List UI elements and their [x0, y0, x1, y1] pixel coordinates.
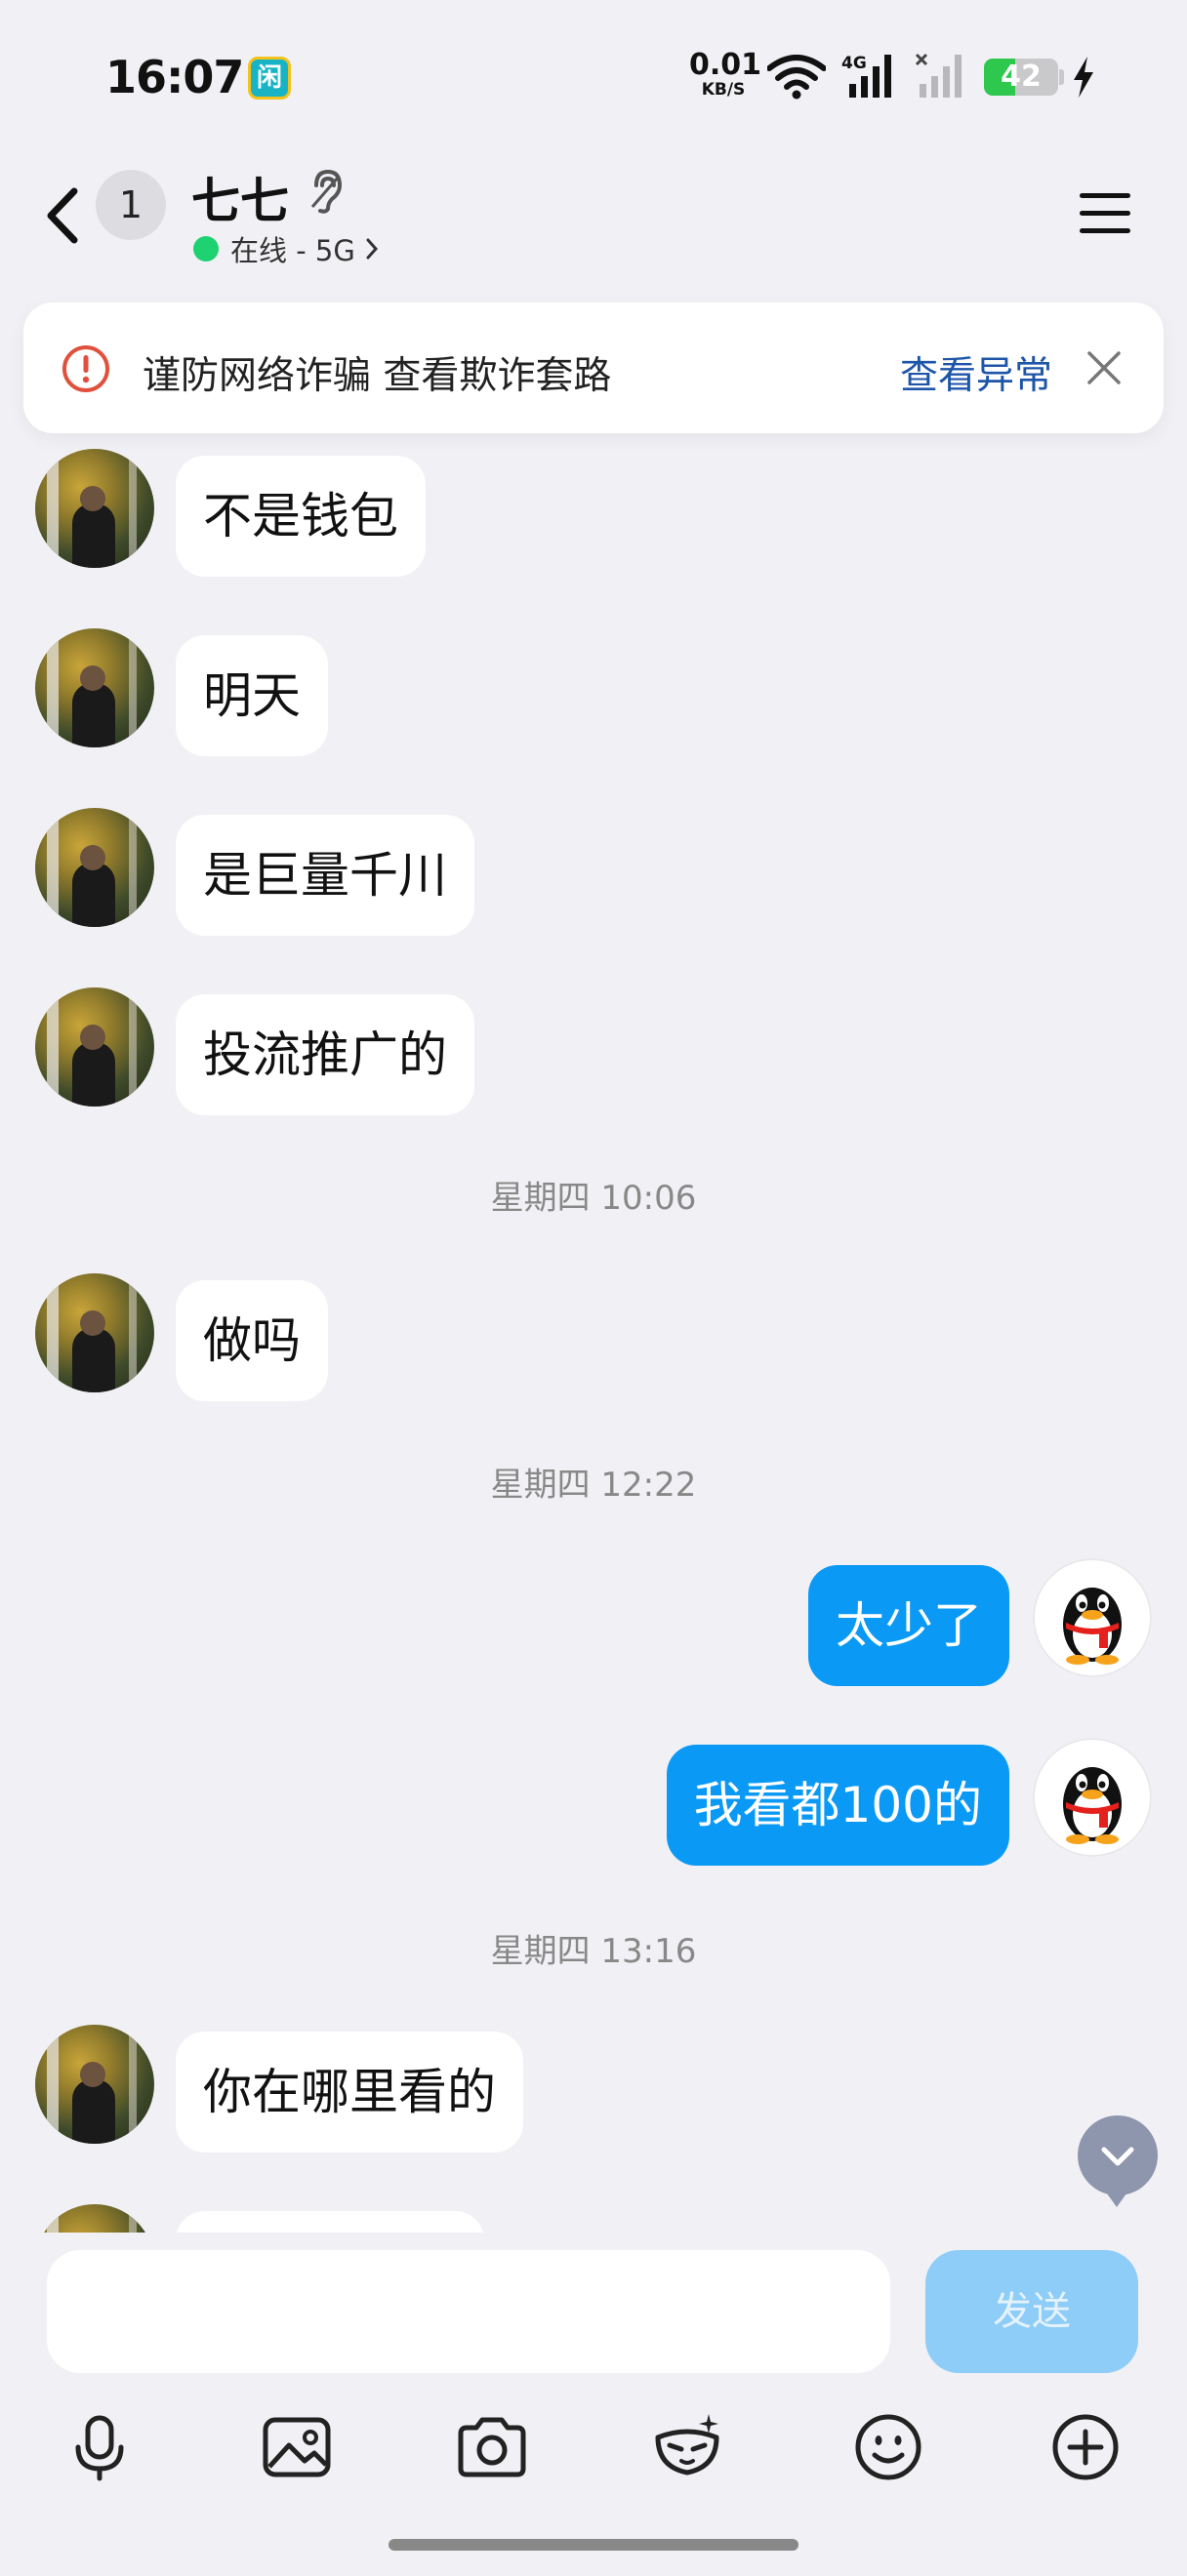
online-dot-icon [193, 236, 219, 262]
network-speed-value: 0.01 [689, 48, 762, 82]
contact-avatar[interactable] [35, 628, 154, 747]
outgoing-message[interactable]: 太少了 [808, 1565, 1009, 1686]
send-button[interactable]: 发送 [925, 2250, 1138, 2373]
hamburger-menu-icon[interactable] [1074, 181, 1136, 244]
timestamp-separator: 星期四 10:06 [490, 1179, 697, 1218]
home-indicator[interactable] [389, 2539, 798, 2551]
scroll-to-bottom-button[interactable] [1078, 2115, 1158, 2207]
face-mask-icon[interactable] [648, 2408, 726, 2486]
network-speed-unit: KB/S [701, 80, 746, 100]
own-avatar[interactable] [1033, 1558, 1152, 1677]
online-status-text: 在线 - 5G [230, 234, 355, 267]
contact-avatar[interactable] [35, 2025, 154, 2144]
emoji-icon[interactable] [849, 2408, 927, 2486]
incoming-message[interactable]: 是巨量千川 [176, 815, 474, 936]
incoming-message[interactable]: 明天 [176, 635, 328, 756]
cellular-signal-secondary-icon [915, 53, 962, 98]
battery-level: 42 [1001, 60, 1042, 94]
wifi-icon [767, 55, 826, 100]
ear-icon[interactable] [308, 168, 344, 215]
timestamp-separator: 星期四 13:16 [490, 1932, 697, 1971]
contact-avatar[interactable] [35, 808, 154, 927]
unread-count-badge[interactable]: 1 [96, 170, 166, 240]
fraud-warning-text[interactable]: 谨防网络诈骗 查看欺诈套路 [143, 345, 611, 400]
close-icon[interactable] [1080, 343, 1128, 392]
battery-tip [1059, 69, 1064, 85]
chevron-right-icon [366, 238, 378, 260]
view-anomaly-link[interactable]: 查看异常 [900, 345, 1052, 400]
status-time: 16:07 [105, 51, 244, 103]
incoming-message[interactable]: 不是钱包 [176, 456, 426, 577]
contact-avatar[interactable] [35, 449, 154, 568]
timestamp-separator: 星期四 12:22 [490, 1466, 697, 1505]
message-input[interactable] [47, 2250, 890, 2373]
cellular-signal-icon: 4G [841, 54, 891, 98]
incoming-message[interactable]: 做吗 [176, 1280, 328, 1401]
chat-title[interactable]: 七七 [191, 162, 289, 232]
contact-avatar[interactable] [35, 987, 154, 1107]
network-speed: 0.01 KB/S [689, 48, 762, 100]
back-button[interactable] [35, 172, 94, 260]
xianyu-app-icon: 闲 [248, 57, 291, 100]
plus-circle-icon[interactable] [1046, 2408, 1125, 2486]
microphone-icon[interactable] [61, 2408, 139, 2486]
image-icon[interactable] [258, 2408, 336, 2486]
charging-bolt-icon [1074, 57, 1093, 98]
outgoing-message[interactable]: 我看都100的 [666, 1745, 1009, 1866]
cell-label: 4G [841, 54, 867, 73]
incoming-message[interactable]: 你在哪里看的 [176, 2032, 523, 2153]
fraud-warning-banner: 谨防网络诈骗 查看欺诈套路 查看异常 [23, 302, 1164, 433]
battery-icon: 42 [984, 59, 1058, 96]
composer: 发送 [0, 2233, 1187, 2576]
online-status[interactable]: 在线 - 5G [193, 228, 381, 269]
camera-icon[interactable] [453, 2408, 531, 2486]
status-bar: 16:07 闲 0.01 KB/S 4G 42 [0, 0, 1187, 146]
alert-circle-icon [62, 345, 109, 392]
chevron-down-icon [1101, 2147, 1134, 2166]
incoming-message[interactable]: 投流推广的 [176, 994, 474, 1115]
contact-avatar[interactable] [35, 1273, 154, 1392]
chat-header: 1 七七 在线 - 5G [0, 146, 1187, 293]
own-avatar[interactable] [1033, 1738, 1152, 1857]
